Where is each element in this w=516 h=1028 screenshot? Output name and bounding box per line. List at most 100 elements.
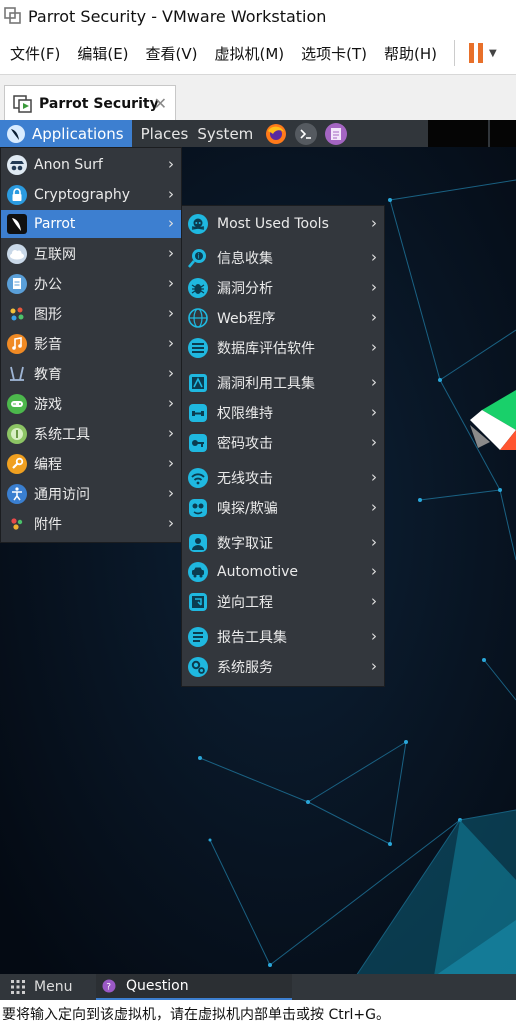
pause-icon[interactable] <box>469 43 484 63</box>
chevron-right-icon: › <box>168 244 174 262</box>
menu-item-games[interactable]: 游戏 › <box>1 390 181 418</box>
menu-item-label: 办公 <box>34 277 62 293</box>
wrench-icon <box>6 453 28 475</box>
menu-item-label: 游戏 <box>34 397 62 413</box>
submenu-item-label: Web程序 <box>217 311 276 327</box>
submenu-item-label: 嗅探/欺骗 <box>217 501 278 517</box>
bug-icon <box>187 277 209 299</box>
chevron-right-icon: › <box>371 403 377 421</box>
menu-item-system-tools[interactable]: 系统工具 › <box>1 420 181 448</box>
submenu-item-web-applications[interactable]: Web程序 › <box>182 304 384 332</box>
web-icon <box>187 307 209 329</box>
tab-parrot-security[interactable]: Parrot Security ✕ <box>4 85 176 121</box>
submenu-item-label: 系统服务 <box>217 660 273 676</box>
menu-item-multimedia[interactable]: 影音 › <box>1 330 181 358</box>
report-icon <box>187 626 209 648</box>
password-icon <box>187 432 209 454</box>
chevron-right-icon: › <box>371 592 377 610</box>
window-title-bar: Parrot Security - VMware Workstation <box>0 0 516 32</box>
info-search-icon: i <box>187 247 209 269</box>
firefox-icon[interactable] <box>265 123 287 145</box>
taskbar-menu-button[interactable]: Menu <box>10 979 90 995</box>
submenu-item-wireless-attacks[interactable]: 无线攻击 › <box>182 464 384 492</box>
menu-item-programming[interactable]: 编程 › <box>1 450 181 478</box>
applications-button[interactable]: Applications <box>0 120 132 147</box>
chevron-right-icon: › <box>168 185 174 203</box>
terminal-icon[interactable] <box>295 122 318 145</box>
sniff-icon <box>187 497 209 519</box>
chevron-right-icon: › <box>371 562 377 580</box>
menu-item-office[interactable]: 办公 › <box>1 270 181 298</box>
parrot-submenu: Most Used Tools › i 信息收集 › 漏洞分析 › Web程序 … <box>181 205 385 687</box>
submenu-item-label: 密码攻击 <box>217 436 273 452</box>
chevron-right-icon: › <box>371 627 377 645</box>
menu-item-graphics[interactable]: 图形 › <box>1 300 181 328</box>
chevron-right-icon: › <box>168 454 174 472</box>
chevron-right-icon: › <box>168 274 174 292</box>
menu-item-label: Anon Surf <box>34 157 103 173</box>
chevron-right-icon: › <box>371 278 377 296</box>
menu-tabs[interactable]: 选项卡(T) <box>299 40 369 67</box>
menu-item-education[interactable]: 教育 › <box>1 360 181 388</box>
submenu-item-system-services[interactable]: 系统服务 › <box>182 653 384 681</box>
menu-bar: 文件(F) 编辑(E) 查看(V) 虚拟机(M) 选项卡(T) 帮助(H) ▼ <box>0 32 516 74</box>
menu-file[interactable]: 文件(F) <box>8 40 62 67</box>
system-menu[interactable]: System <box>197 125 253 143</box>
submenu-item-reporting-tools[interactable]: 报告工具集 › <box>182 623 384 651</box>
submenu-item-vulnerability-analysis[interactable]: 漏洞分析 › <box>182 274 384 302</box>
menu-help[interactable]: 帮助(H) <box>382 40 439 67</box>
chevron-right-icon: › <box>168 514 174 532</box>
bottom-taskbar: Menu ? Question <box>0 974 516 1000</box>
places-menu[interactable]: Places <box>141 125 189 143</box>
menu-item-label: 图形 <box>34 307 62 323</box>
submenu-item-label: 权限维持 <box>217 406 273 422</box>
guest-desktop[interactable]: Applications Places System Anon Surf › C… <box>0 120 516 1000</box>
submenu-item-information-gathering[interactable]: i 信息收集 › <box>182 244 384 272</box>
menu-view[interactable]: 查看(V) <box>144 40 200 67</box>
submenu-item-exploitation-tools[interactable]: 漏洞利用工具集 › <box>182 369 384 397</box>
top-panel: Applications Places System <box>0 120 516 147</box>
reverse-icon <box>187 591 209 613</box>
lock-icon <box>6 184 28 206</box>
database-icon <box>187 337 209 359</box>
submenu-item-database-assessment[interactable]: 数据库评估软件 › <box>182 334 384 362</box>
chevron-right-icon: › <box>371 214 377 232</box>
graphics-icon <box>6 303 28 325</box>
tab-label: Parrot Security <box>39 95 159 112</box>
submenu-item-maintaining-access[interactable]: 权限维持 › <box>182 399 384 427</box>
question-icon: ? <box>102 979 116 993</box>
submenu-item-sniffing-spoofing[interactable]: 嗅探/欺骗 › <box>182 494 384 522</box>
car-icon <box>187 561 209 583</box>
submenu-item-password-attacks[interactable]: 密码攻击 › <box>182 429 384 457</box>
submenu-item-digital-forensics[interactable]: 数字取证 › <box>182 529 384 557</box>
taskbar-window-question[interactable]: ? Question <box>96 974 292 1000</box>
menu-vm[interactable]: 虚拟机(M) <box>213 40 287 67</box>
pause-dropdown-icon[interactable]: ▼ <box>489 48 497 59</box>
menu-item-internet[interactable]: 互联网 › <box>1 240 181 268</box>
document-icon <box>6 273 28 295</box>
menu-item-cryptography[interactable]: Cryptography › <box>1 181 181 209</box>
menu-item-parrot[interactable]: Parrot › <box>1 210 181 238</box>
chevron-right-icon: › <box>371 248 377 266</box>
chevron-right-icon: › <box>168 364 174 382</box>
menu-item-label: 教育 <box>34 367 62 383</box>
status-bar: 要将输入定向到该虚拟机，请在虚拟机内部单击或按 Ctrl+G。 <box>0 1000 516 1028</box>
menu-item-label: 通用访问 <box>34 487 90 503</box>
menu-item-anon-surf[interactable]: Anon Surf › <box>1 151 181 179</box>
text-editor-icon[interactable] <box>325 122 348 145</box>
submenu-item-reverse-engineering[interactable]: 逆向工程 › <box>182 588 384 616</box>
vm-tab-icon <box>13 94 32 113</box>
accessibility-icon <box>6 483 28 505</box>
chevron-right-icon: › <box>371 498 377 516</box>
chevron-right-icon: › <box>371 373 377 391</box>
menu-edit[interactable]: 编辑(E) <box>75 40 130 67</box>
submenu-item-most-used-tools[interactable]: Most Used Tools › <box>182 210 384 238</box>
vmware-app-icon <box>4 7 21 24</box>
submenu-item-label: 信息收集 <box>217 251 273 267</box>
services-icon <box>187 656 209 678</box>
submenu-item-label: 逆向工程 <box>217 595 273 611</box>
menu-item-accessories[interactable]: 附件 › <box>1 510 181 538</box>
submenu-item-automotive[interactable]: Automotive › <box>182 558 384 586</box>
tab-close-icon[interactable]: ✕ <box>154 94 167 113</box>
menu-item-universal-access[interactable]: 通用访问 › <box>1 480 181 508</box>
